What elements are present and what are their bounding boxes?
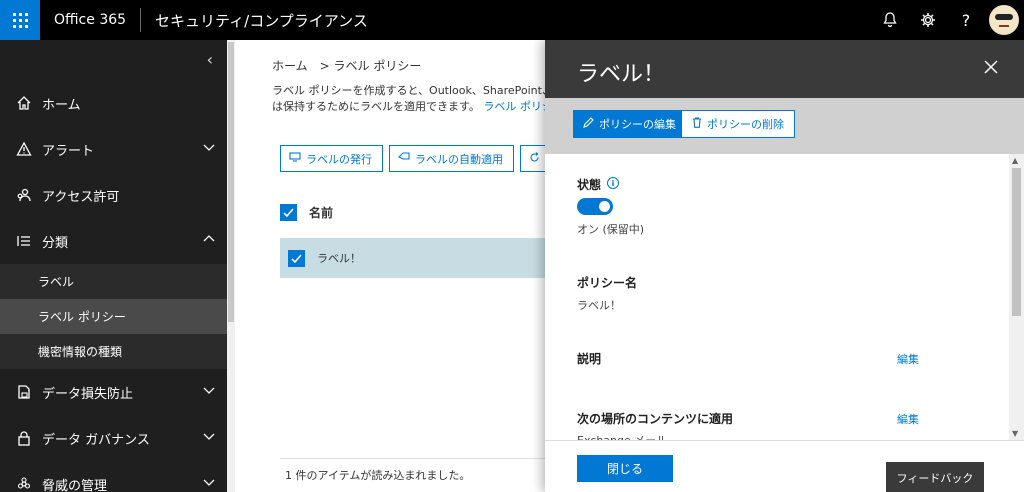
chevron-down-icon xyxy=(203,144,215,151)
row-checkbox[interactable] xyxy=(288,249,305,267)
brand-name[interactable]: Office 365 xyxy=(54,12,126,28)
panel-title: ラベル！ xyxy=(577,62,666,87)
breadcrumb[interactable]: ホーム > ラベル ポリシー xyxy=(272,57,421,74)
sidebar-item-data-governance[interactable]: データ ガバナンス xyxy=(0,415,227,461)
publish-labels-label: ラベルの発行 xyxy=(306,152,372,166)
refresh-icon xyxy=(529,151,540,166)
status-value: オン (保留中) xyxy=(577,223,645,236)
main-content: ホーム > ラベル ポリシー ラベル ポリシーを作成すると、Outlook、Sh… xyxy=(235,40,555,492)
panel-body: 状態 i オン (保留中) ポリシー名 ラベル！ 説明 編集 次の場所のコンテン… xyxy=(545,154,1009,440)
chevron-down-icon xyxy=(203,387,215,394)
avatar[interactable] xyxy=(989,5,1019,35)
info-icon[interactable]: i xyxy=(607,177,619,189)
waffle-icon xyxy=(12,12,28,28)
apply-to-label: 次の場所のコンテンツに適用 xyxy=(577,412,734,426)
status-text: 1 件のアイテムが読み込まれました。 xyxy=(285,469,471,482)
close-button[interactable]: 閉じる xyxy=(577,455,673,482)
publish-icon xyxy=(289,152,301,165)
policy-name-label: ポリシー名 xyxy=(577,276,638,290)
panel-footer: 閉じる フィードバック xyxy=(545,440,1024,492)
sidebar-item-label: データ ガバナンス xyxy=(42,432,150,448)
scroll-down-icon[interactable]: ▼ xyxy=(1012,429,1018,438)
home-icon xyxy=(14,93,34,113)
scrollbar-thumb[interactable] xyxy=(228,42,234,322)
sidebar-item-threat-management[interactable]: 脅威の管理 xyxy=(0,461,227,492)
gear-icon[interactable] xyxy=(909,0,947,40)
divider xyxy=(280,458,555,459)
top-bar: Office 365 セキュリティ/コンプライアンス ? xyxy=(0,0,1024,40)
sidebar-item-label: 脅威の管理 xyxy=(42,478,108,492)
people-icon xyxy=(14,185,34,205)
column-header-name[interactable]: 名前 xyxy=(309,204,333,221)
biohazard-icon xyxy=(14,474,34,492)
action-bar: ラベルの発行 ラベルの自動適用 最 xyxy=(280,145,555,172)
status-label: 状態 xyxy=(577,178,602,192)
sidebar-item-label: アクセス許可 xyxy=(42,189,120,205)
divider xyxy=(140,8,142,32)
chevron-down-icon xyxy=(203,433,215,440)
scroll-up-icon[interactable]: ▲ xyxy=(1012,156,1018,165)
sidebar-item-permissions[interactable]: アクセス許可 xyxy=(0,172,227,218)
status-toggle[interactable] xyxy=(577,198,613,215)
list-icon xyxy=(14,231,34,251)
app-title[interactable]: セキュリティ/コンプライアンス xyxy=(155,10,368,31)
sidebar-subitem-labels[interactable]: ラベル xyxy=(0,264,227,299)
sidebar-subitem-sensitive-info-types[interactable]: 機密情報の種類 xyxy=(0,334,227,369)
sidebar-item-classification[interactable]: 分類 xyxy=(0,218,227,264)
apply-to-value: Exchange メール xyxy=(577,432,667,440)
alert-icon xyxy=(14,139,34,159)
tag-icon xyxy=(398,152,410,165)
edit-policy-label: ポリシーの編集 xyxy=(599,118,676,131)
intro-line-2: は保持するためにラベルを適用できます。 ラベル ポリシーに関す xyxy=(272,99,555,115)
feedback-button[interactable]: フィードバック xyxy=(886,462,984,492)
select-all-checkbox[interactable] xyxy=(280,203,297,221)
publish-labels-button[interactable]: ラベルの発行 xyxy=(280,145,383,172)
delete-policy-label: ポリシーの削除 xyxy=(707,118,784,131)
sidebar-item-label: 分類 xyxy=(42,235,69,251)
policy-name-value: ラベル！ xyxy=(577,299,621,312)
checkmark-icon xyxy=(283,207,294,217)
sidebar-item-home[interactable]: ホーム xyxy=(0,80,227,126)
sidebar-item-label: ホーム xyxy=(42,97,81,113)
edit-policy-button[interactable]: ポリシーの編集 xyxy=(573,110,686,138)
trash-icon xyxy=(692,117,702,131)
list-header: 名前 xyxy=(280,200,333,224)
scrollbar-thumb[interactable] xyxy=(1012,168,1021,316)
pencil-icon xyxy=(583,117,594,131)
lock-icon xyxy=(14,428,34,448)
sidebar: ‹ ホーム アラート アクセス許可 分類 ラベル ラベル ポリシー 機密情報の種… xyxy=(0,40,227,492)
intro-line-1: ラベル ポリシーを作成すると、Outlook、SharePoint、OneD xyxy=(272,84,555,97)
row-name: ラベル！ xyxy=(317,252,361,265)
checkmark-icon xyxy=(291,253,302,263)
description-label: 説明 xyxy=(577,352,602,366)
collapse-button[interactable]: ‹ xyxy=(0,40,227,80)
lock-doc-icon xyxy=(14,382,34,402)
panel-scrollbar[interactable]: ▲ ▼ xyxy=(1009,154,1024,440)
intro-text: ラベル ポリシーを作成すると、Outlook、SharePoint、OneD は… xyxy=(272,83,555,115)
sidebar-subitem-label-policies[interactable]: ラベル ポリシー xyxy=(0,299,227,334)
auto-apply-labels-button[interactable]: ラベルの自動適用 xyxy=(389,145,514,172)
apply-to-edit-link[interactable]: 編集 xyxy=(897,411,919,427)
panel-header: ラベル！ xyxy=(545,40,1024,98)
chevron-up-icon xyxy=(203,235,215,242)
intro-line-2-text: は保持するためにラベルを適用できます。 xyxy=(272,100,480,113)
chevron-down-icon xyxy=(203,479,215,486)
table-row[interactable]: ラベル！ xyxy=(280,238,555,278)
sidebar-item-label: データ損失防止 xyxy=(42,386,134,402)
details-panel: ラベル！ ポリシーの編集 ポリシーの削除 状態 i オン (保留中) ポリシー名… xyxy=(545,40,1024,492)
auto-apply-labels-label: ラベルの自動適用 xyxy=(415,152,503,166)
app-launcher-button[interactable] xyxy=(0,0,40,40)
bell-icon[interactable] xyxy=(871,0,909,40)
sidebar-scrollbar[interactable] xyxy=(227,40,235,492)
help-icon[interactable]: ? xyxy=(947,0,985,40)
chevron-left-icon: ‹ xyxy=(206,50,213,69)
close-icon[interactable] xyxy=(982,58,1000,76)
panel-toolbar: ポリシーの編集 ポリシーの削除 xyxy=(545,98,1024,154)
description-edit-link[interactable]: 編集 xyxy=(897,351,919,367)
delete-policy-button[interactable]: ポリシーの削除 xyxy=(681,110,795,138)
sidebar-item-dlp[interactable]: データ損失防止 xyxy=(0,369,227,415)
sidebar-item-label: アラート xyxy=(42,143,95,159)
sidebar-item-alerts[interactable]: アラート xyxy=(0,126,227,172)
